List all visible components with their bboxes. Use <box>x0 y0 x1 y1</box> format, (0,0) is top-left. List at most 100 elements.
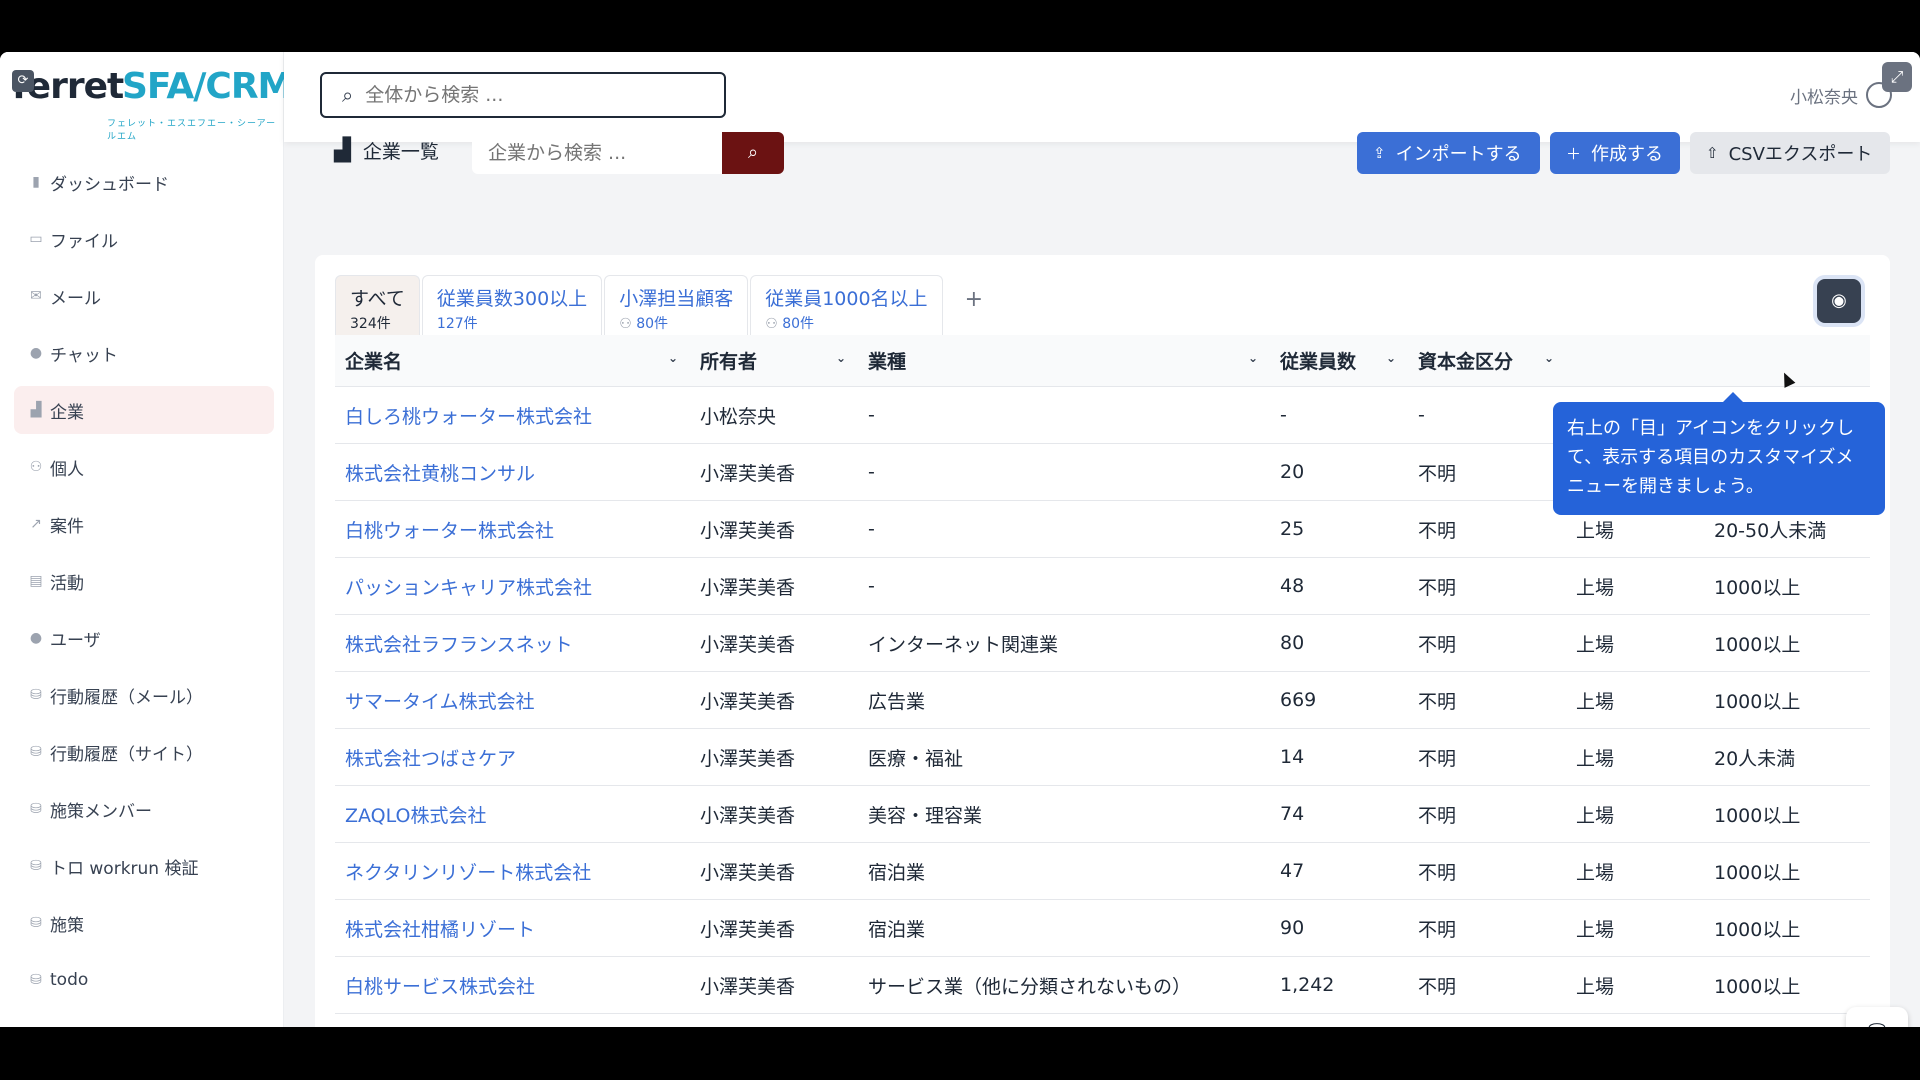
create-button[interactable]: ＋ 作成する <box>1550 132 1680 174</box>
company-name-link[interactable]: 白桃サービス株式会社 <box>335 972 690 999</box>
tab-count-value: 324件 <box>350 316 391 332</box>
chevron-down-icon[interactable]: ⌄ <box>668 351 678 365</box>
company-name-link[interactable]: 株式会社つばさケア <box>335 744 690 771</box>
global-search[interactable]: ⌕ <box>320 72 726 118</box>
company-name-link[interactable]: パッションキャリア株式会社 <box>335 573 690 600</box>
sidebar-item[interactable]: ✉ メール <box>14 272 274 320</box>
company-name-link[interactable]: 白桃ウォーター株式会社 <box>335 516 690 543</box>
tab-count: ⚇ 80件 <box>765 313 927 333</box>
sidebar-item[interactable]: ▮ ダッシュボード <box>14 158 274 206</box>
sidebar-item[interactable]: ⛁ todo <box>14 956 274 1004</box>
export-icon: ⇧ <box>1706 144 1719 162</box>
tab-label: 小澤担当顧客 <box>619 288 734 310</box>
chevron-down-icon[interactable]: ⌄ <box>836 351 846 365</box>
eye-icon[interactable]: ◉ <box>1817 279 1861 323</box>
table-cell: 25 <box>1280 518 1305 540</box>
company-name-link[interactable]: 株式会社ラフランスネット <box>335 630 690 657</box>
table-cell: 20人未満 <box>1714 747 1796 770</box>
table-cell: 20-50人未満 <box>1714 519 1827 542</box>
company-name-link[interactable]: 株式会社柑橘リゾート <box>335 915 690 942</box>
column-header[interactable]: 資本金区分 ⌄ <box>1408 347 1566 374</box>
import-button[interactable]: ⇪ インポートする <box>1357 132 1540 174</box>
sidebar-item-label: 活動 <box>50 573 84 594</box>
table-cell: - <box>1418 404 1425 426</box>
logo-product: SFA/CRM <box>122 66 293 107</box>
people-icon: ⚇ <box>765 316 783 332</box>
column-header[interactable]: 業種 ⌄ <box>858 347 1270 374</box>
sidebar-item[interactable]: ⚇ 個人 <box>14 443 274 491</box>
refresh-icon[interactable]: ⟳ <box>12 70 34 92</box>
table-row: 株式会社柑橘リゾート 小澤芙美香 宿泊業 90 不明 上場 1000以上 <box>335 900 1870 957</box>
user-name: 小松奈央 <box>1790 87 1858 108</box>
company-search-input[interactable] <box>488 142 708 164</box>
sidebar-item[interactable]: ▟ 企業 <box>14 386 274 434</box>
column-header[interactable]: 従業員数 ⌄ <box>1270 347 1408 374</box>
tab[interactable]: 従業員数300以上 127件 <box>421 275 603 335</box>
sidebar-item-label: 行動履歴（サイト） <box>50 744 203 765</box>
sidebar-item[interactable]: ↗ 案件 <box>14 500 274 548</box>
note-icon: ▤ <box>29 573 43 589</box>
table-cell: 広告業 <box>868 690 926 713</box>
sidebar-item-label: 個人 <box>50 459 84 480</box>
company-name-link[interactable]: ネクタリンリゾート株式会社 <box>335 858 690 885</box>
company-name-link[interactable]: サマータイム株式会社 <box>335 687 690 714</box>
sidebar-item[interactable]: ⛁ 施策 <box>14 899 274 947</box>
chevron-down-icon[interactable]: ⌄ <box>1544 351 1554 365</box>
tab[interactable]: 小澤担当顧客 ⚇ 80件 <box>604 275 749 335</box>
company-search-button[interactable]: ⌕ <box>722 132 784 174</box>
sidebar-item-label: チャット <box>50 345 118 366</box>
company-name-link[interactable]: ZAQLO株式会社 <box>335 801 690 828</box>
column-header[interactable]: 企業名 ⌄ <box>335 347 690 374</box>
table-cell: 不明 <box>1418 576 1457 599</box>
table-row: 株式会社つばさケア 小澤芙美香 医療・福祉 14 不明 上場 20人未満 <box>335 729 1870 786</box>
sidebar-item[interactable]: ▭ ファイル <box>14 215 274 263</box>
sidebar-item[interactable]: ▤ 活動 <box>14 557 274 605</box>
tab[interactable]: 従業員1000名以上 ⚇ 80件 <box>750 275 943 335</box>
add-tab-icon[interactable]: + <box>945 275 1003 335</box>
company-name-link[interactable]: 白しろ桃ウォーター株式会社 <box>335 402 690 429</box>
column-header-label: 企業名 <box>345 351 403 373</box>
tab-count: 127件 <box>437 313 587 333</box>
tab-count: ⚇ 80件 <box>619 313 733 333</box>
database-icon[interactable]: ⛁ <box>1846 1007 1908 1027</box>
user-menu[interactable]: 小松奈央 <box>1790 82 1892 108</box>
sidebar-item-label: 案件 <box>50 516 84 537</box>
table-cell: 669 <box>1280 689 1317 711</box>
company-search[interactable] <box>472 132 722 174</box>
chevron-down-icon[interactable]: ⌄ <box>1386 351 1396 365</box>
table-cell: インターネット関連業 <box>868 633 1059 656</box>
sidebar-item[interactable]: ● チャット <box>14 329 274 377</box>
table-cell: 医療・福祉 <box>868 747 964 770</box>
table-cell: 小澤芙美香 <box>700 918 796 941</box>
expand-icon[interactable]: ⤢ <box>1882 62 1912 92</box>
csv-label: CSVエクスポート <box>1728 144 1873 165</box>
database-icon: ⛁ <box>30 858 42 874</box>
sidebar-item[interactable]: ⛁ 施策メンバー <box>14 785 274 833</box>
tab-label: すべて <box>350 288 405 310</box>
table-cell: 48 <box>1280 575 1305 597</box>
column-header-label: 従業員数 <box>1280 351 1357 373</box>
table-cell: 90 <box>1280 917 1305 939</box>
csv-export-button[interactable]: ⇧ CSVエクスポート <box>1690 132 1890 174</box>
column-header-label: 所有者 <box>700 351 758 373</box>
sidebar-item[interactable]: ⛁ 行動履歴（メール） <box>14 671 274 719</box>
database-icon: ⛁ <box>30 801 42 817</box>
company-name-link[interactable]: 株式会社黄桃コンサル <box>335 459 690 486</box>
table-cell: 小澤芙美香 <box>700 804 796 827</box>
sidebar-item[interactable]: ● ユーザ <box>14 614 274 662</box>
table-header: 企業名 ⌄ 所有者 ⌄ 業種 ⌄ 従業員数 ⌄ 資本金区分 ⌄ <box>335 335 1870 387</box>
chevron-down-icon[interactable]: ⌄ <box>1248 351 1258 365</box>
global-search-input[interactable] <box>365 84 686 106</box>
column-header[interactable]: 所有者 ⌄ <box>690 347 858 374</box>
sidebar-item[interactable]: ⛁売上履歴 <box>14 1013 274 1027</box>
table-cell: 47 <box>1280 860 1305 882</box>
sidebar-item-label: 施策 <box>50 915 84 936</box>
bar-chart-icon: ▮ <box>32 174 40 190</box>
sidebar-item[interactable]: ⛁ 行動履歴（サイト） <box>14 728 274 776</box>
table-cell: - <box>868 404 875 426</box>
table-cell: 小澤芙美香 <box>700 633 796 656</box>
table-cell: 小澤芙美香 <box>700 519 796 542</box>
tab[interactable]: すべて 324件 <box>335 275 420 335</box>
sidebar-item[interactable]: ⛁ トロ workrun 検証 <box>14 842 274 890</box>
tab-count-value: 80件 <box>636 316 669 332</box>
